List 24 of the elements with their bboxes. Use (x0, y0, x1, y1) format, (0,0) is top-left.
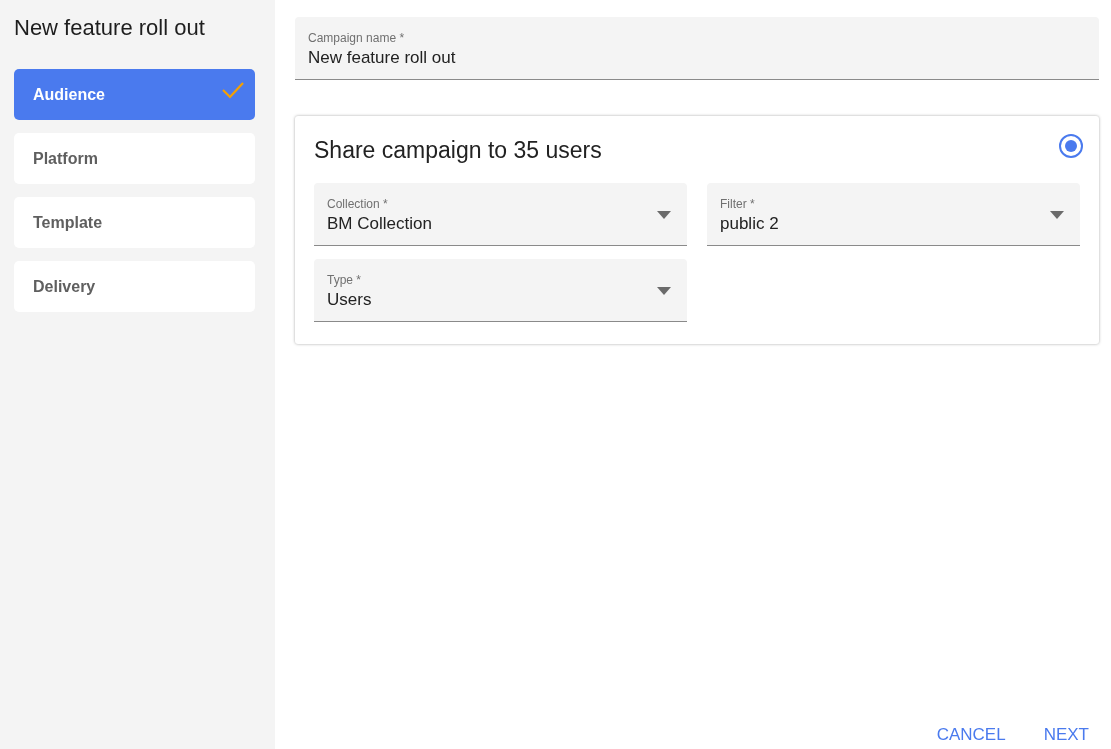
next-button[interactable]: NEXT (1033, 723, 1099, 747)
field-value: New feature roll out (308, 47, 456, 68)
field-label: Filter * (720, 196, 756, 211)
field-label: Campaign name * (308, 30, 406, 45)
campaign-name-field[interactable]: Campaign name * New feature roll out (295, 17, 1099, 80)
caret-icon (1050, 211, 1064, 219)
dropdown-field[interactable]: Collection * BM Collection (314, 183, 687, 246)
field-label: Collection * (327, 196, 389, 211)
card-title: Share campaign to 35 users (314, 136, 602, 165)
field-value: BM Collection (327, 213, 432, 234)
radio-button[interactable] (1058, 133, 1084, 159)
step-tab[interactable]: Audience (14, 69, 255, 120)
step-tab[interactable]: Template (14, 197, 255, 248)
dropdown-field[interactable]: Filter * public 2 (707, 183, 1080, 246)
step-tab[interactable]: Delivery (14, 261, 255, 312)
field-value: Users (327, 289, 372, 310)
caret-icon (657, 287, 671, 295)
cancel-button[interactable]: CANCEL (926, 723, 1016, 747)
step-tab[interactable]: Platform (14, 133, 255, 184)
campaign-title: New feature roll out (14, 14, 206, 42)
field-value: public 2 (720, 213, 779, 234)
dropdown-field[interactable]: Type * Users (314, 259, 687, 322)
caret-icon (657, 211, 671, 219)
field-label: Type * (327, 272, 363, 287)
